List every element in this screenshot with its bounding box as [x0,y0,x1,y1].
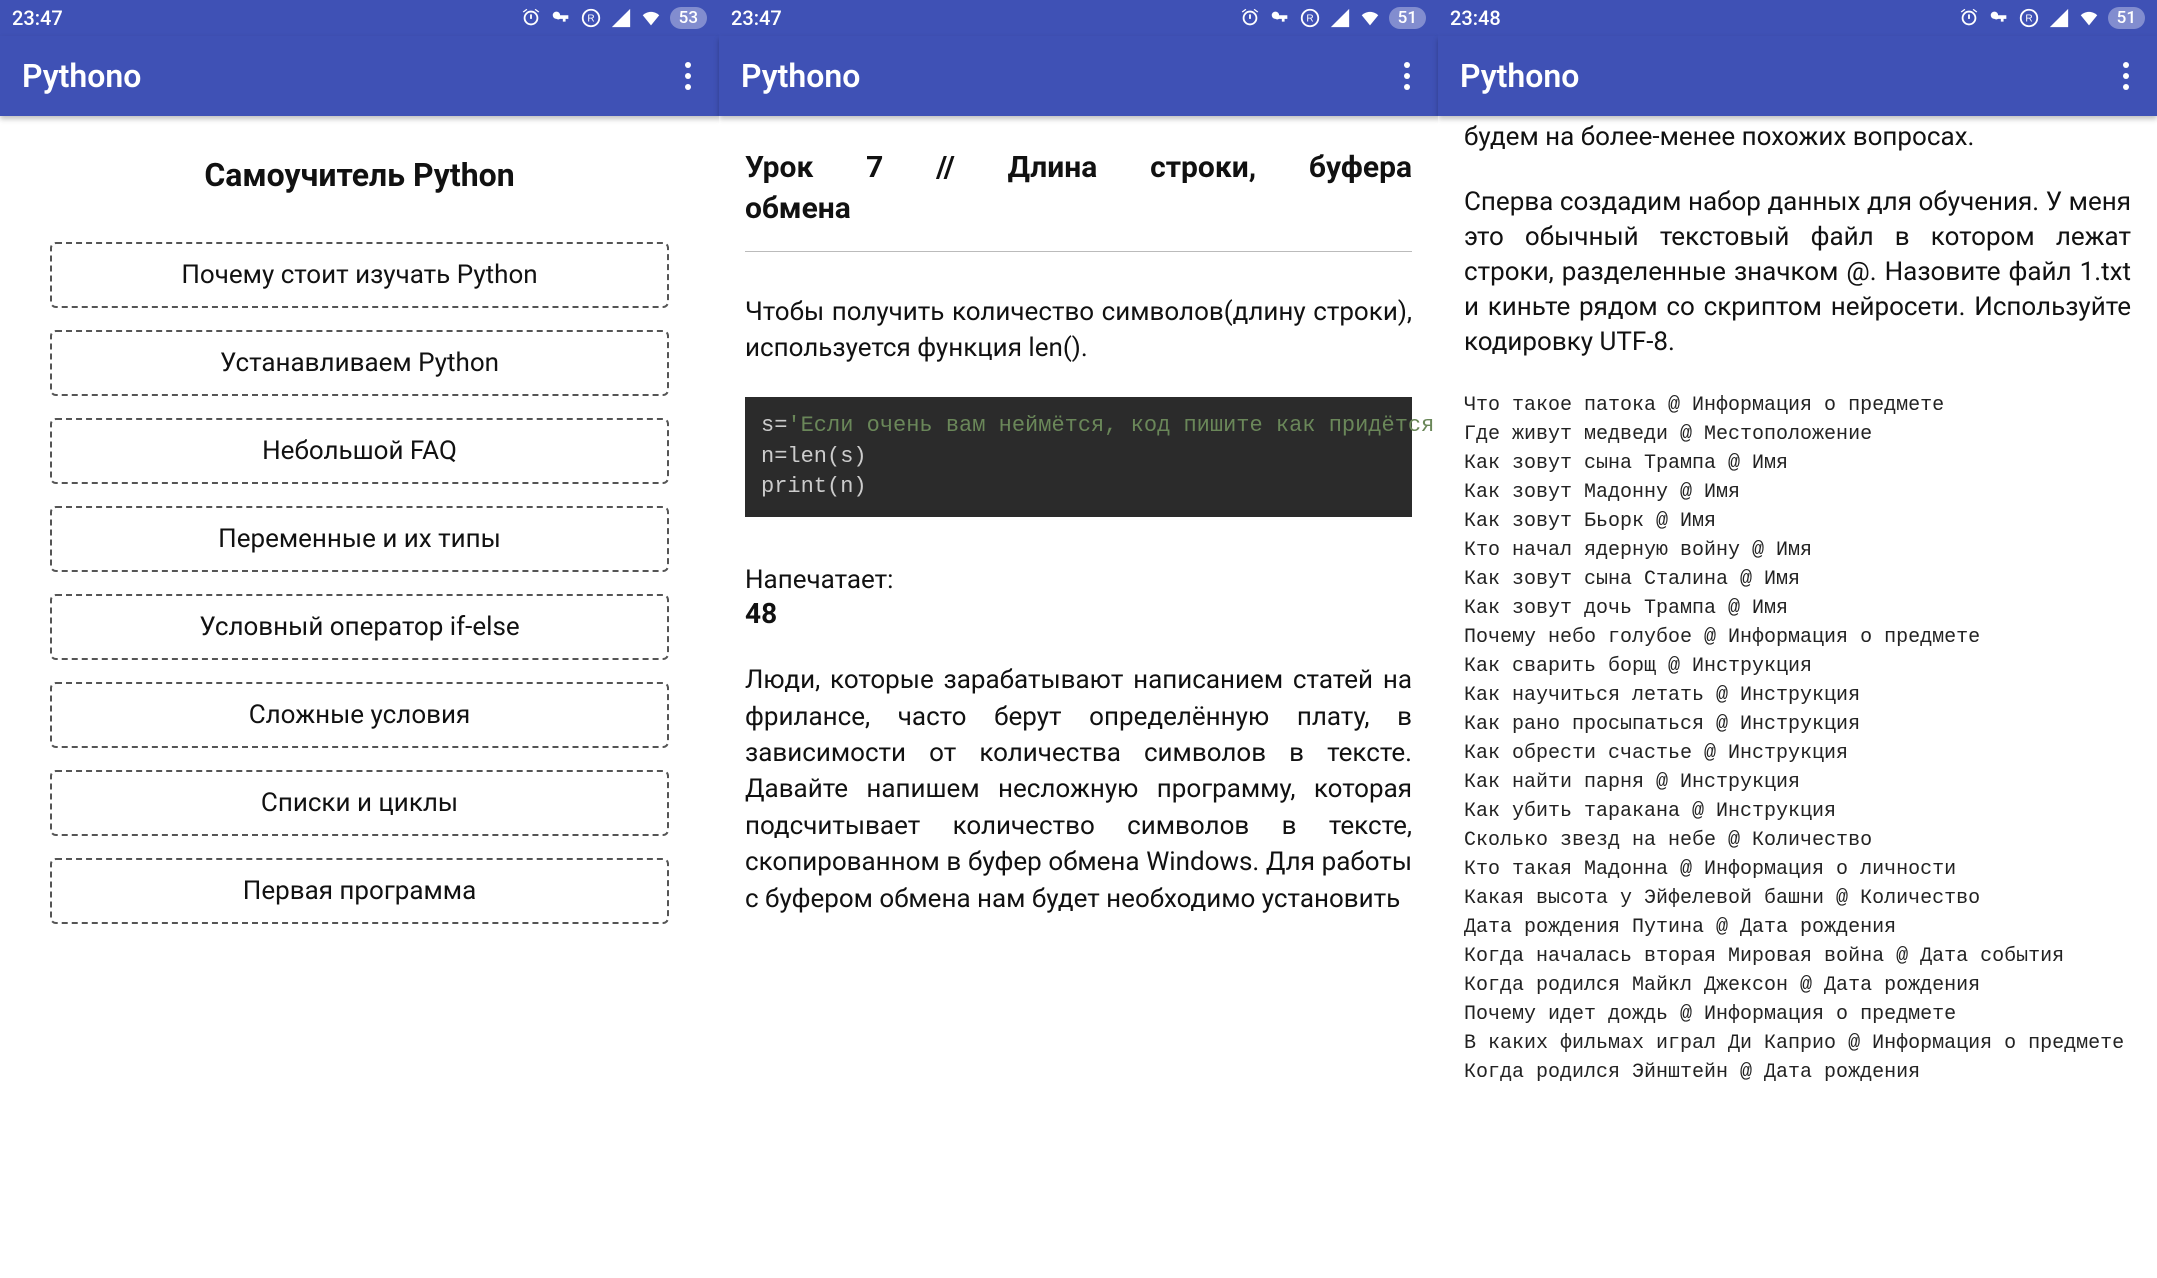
dataset-line: Как научиться летать @ Инструкция [1464,681,2131,710]
battery-level: 51 [1389,7,1426,29]
dataset-line: Как обрести счастье @ Инструкция [1464,739,2131,768]
dataset-line: Как убить таракана @ Инструкция [1464,797,2131,826]
paragraph: будем на более-менее похожих вопросах. [1464,120,2131,155]
app-bar: Pythono [719,36,1438,116]
alarm-icon [1239,7,1261,29]
overflow-menu-button[interactable] [1398,56,1416,96]
wifi-icon [640,7,662,29]
dataset-line: Какая высота у Эйфелевой башни @ Количес… [1464,884,2131,913]
menu-item[interactable]: Переменные и их типы [50,506,669,572]
dataset-line: Кто такая Мадонна @ Информация о личност… [1464,855,2131,884]
status-time: 23:47 [731,6,782,30]
dataset-line: Как найти парня @ Инструкция [1464,768,2131,797]
screen-lesson: 23:47 R 51 Pythono Урок 7 // Длина строк… [719,0,1438,1278]
lesson-menu: Почему стоит изучать Python Устанавливае… [32,242,687,924]
dataset-line: Что такое патока @ Информация о предмете [1464,391,2131,420]
overflow-menu-button[interactable] [679,56,697,96]
menu-item[interactable]: Первая программа [50,858,669,924]
status-time: 23:47 [12,6,63,30]
battery-level: 51 [2108,7,2145,29]
key-icon [1269,7,1291,29]
status-icons: R 53 [520,7,707,29]
code-string: 'Если очень вам неймётся, код пишите как… [787,413,1438,438]
lesson-title: обмена [745,189,1412,230]
status-bar: 23:47 R 51 [719,0,1438,36]
dataset-line: Когда родился Эйнштейн @ Дата рождения [1464,1058,2131,1087]
paragraph: Сперва создадим набор данных для обучени… [1464,185,2131,360]
menu-item[interactable]: Сложные условия [50,682,669,748]
menu-item[interactable]: Списки и циклы [50,770,669,836]
dataset-line: Когда родился Майкл Джексон @ Дата рожде… [1464,971,2131,1000]
dataset-line: Когда началась вторая Мировая война @ Да… [1464,942,2131,971]
code-text: s= [761,413,787,438]
svg-text:R: R [2025,14,2032,25]
dataset-line: Дата рождения Путина @ Дата рождения [1464,913,2131,942]
app-bar: Pythono [1438,36,2157,116]
dataset-line: Почему небо голубое @ Информация о предм… [1464,623,2131,652]
result-value: 48 [745,597,1412,630]
battery-level: 53 [670,7,707,29]
lesson-title: Урок 7 // Длина строки, буфера [745,148,1412,189]
wifi-icon [1359,7,1381,29]
code-text: n=len(s) print(n) [761,444,867,500]
alarm-icon [1958,7,1980,29]
status-time: 23:48 [1450,6,1501,30]
registered-icon: R [1299,7,1321,29]
result-label: Напечатает: [745,565,1412,595]
signal-icon [610,7,632,29]
dataset-line: Как зовут дочь Трампа @ Имя [1464,594,2131,623]
menu-item[interactable]: Небольшой FAQ [50,418,669,484]
svg-text:R: R [587,14,594,25]
app-title: Pythono [1460,57,1579,95]
status-icons: R 51 [1958,7,2145,29]
dataset-line: Как зовут сына Трампа @ Имя [1464,449,2131,478]
content-area: Самоучитель Python Почему стоит изучать … [0,116,719,1278]
divider [745,251,1412,252]
signal-icon [2048,7,2070,29]
overflow-menu-button[interactable] [2117,56,2135,96]
alarm-icon [520,7,542,29]
signal-icon [1329,7,1351,29]
code-block: s='Если очень вам неймётся, код пишите к… [745,397,1412,517]
paragraph: Люди, которые зарабатывают написанием ст… [745,662,1412,917]
dataset-line: Кто начал ядерную войну @ Имя [1464,536,2131,565]
svg-text:R: R [1306,14,1313,25]
dataset-line: Сколько звезд на небе @ Количество [1464,826,2131,855]
status-bar: 23:47 R 53 [0,0,719,36]
dataset-line: Как зовут сына Сталина @ Имя [1464,565,2131,594]
app-bar: Pythono [0,36,719,116]
content-area[interactable]: будем на более-менее похожих вопросах. С… [1438,116,2157,1278]
status-bar: 23:48 R 51 [1438,0,2157,36]
dataset-line: Как зовут Мадонну @ Имя [1464,478,2131,507]
dataset-line: Как сварить борщ @ Инструкция [1464,652,2131,681]
menu-item[interactable]: Устанавливаем Python [50,330,669,396]
screen-article: 23:48 R 51 Pythono будем на более-менее … [1438,0,2157,1278]
registered-icon: R [2018,7,2040,29]
dataset-line: Как рано просыпаться @ Инструкция [1464,710,2131,739]
registered-icon: R [580,7,602,29]
dataset-line: В каких фильмах играл Ди Каприо @ Информ… [1464,1029,2131,1058]
app-title: Pythono [741,57,860,95]
menu-item[interactable]: Условный оператор if-else [50,594,669,660]
dataset-line: Где живут медведи @ Местоположение [1464,420,2131,449]
status-icons: R 51 [1239,7,1426,29]
app-title: Pythono [22,57,141,95]
wifi-icon [2078,7,2100,29]
menu-item[interactable]: Почему стоит изучать Python [50,242,669,308]
screen-menu: 23:47 R 53 Pythono Самоучитель Python По… [0,0,719,1278]
paragraph: Чтобы получить количество символов(длину… [745,294,1412,367]
dataset-sample: Что такое патока @ Информация о предмете… [1464,391,2131,1087]
key-icon [1988,7,2010,29]
key-icon [550,7,572,29]
dataset-line: Как зовут Бьорк @ Имя [1464,507,2131,536]
dataset-line: Почему идет дождь @ Информация о предмет… [1464,1000,2131,1029]
page-title: Самоучитель Python [32,156,687,194]
content-area[interactable]: Урок 7 // Длина строки, буфера обмена Чт… [719,116,1438,1278]
